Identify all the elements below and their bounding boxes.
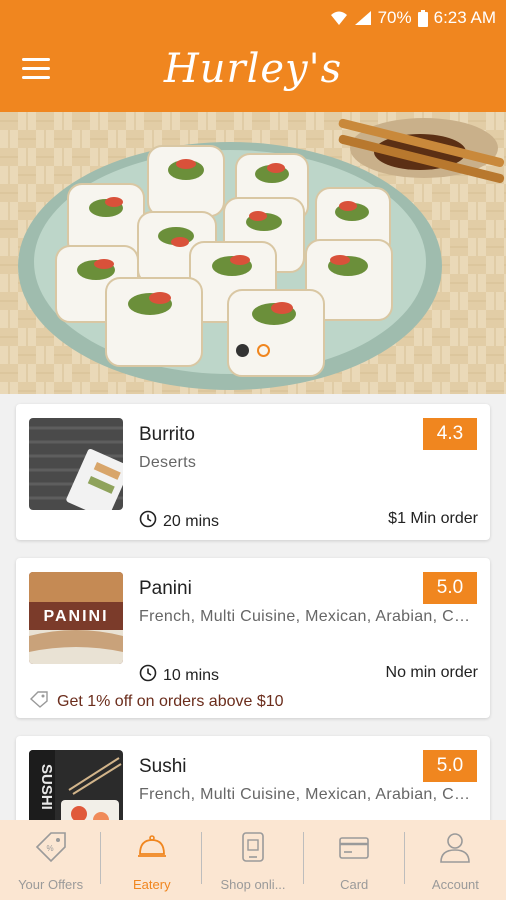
wifi-icon [330, 10, 348, 26]
app-bar: Hurley's [0, 36, 506, 112]
restaurant-name: Sushi [139, 756, 187, 777]
thumbnail-label: PANINI [43, 608, 108, 625]
restaurant-name: Burrito [139, 424, 195, 445]
nav-label: Shop onli... [220, 877, 286, 892]
nav-shop-online[interactable]: Shop onli... [202, 820, 304, 900]
status-bar: 70% 6:23 AM [0, 0, 506, 36]
carousel-indicator [0, 344, 506, 357]
carousel-dot-1[interactable] [236, 344, 249, 357]
cloche-icon [135, 830, 169, 869]
shop-icon [236, 830, 270, 869]
offer-banner: Get 1% off on orders above $10 [29, 690, 284, 713]
card-icon [337, 830, 371, 869]
carousel-dot-2[interactable] [257, 344, 270, 357]
tag-icon [29, 690, 49, 713]
restaurant-card-panini[interactable]: PANINI Panini French, Multi Cuisine, Mex… [16, 558, 490, 718]
nav-eatery[interactable]: Eatery [101, 820, 203, 900]
clock: 6:23 AM [433, 8, 496, 27]
restaurant-thumbnail: PANINI [29, 572, 123, 664]
nav-card[interactable]: Card [304, 820, 405, 900]
rating-badge: 5.0 [423, 750, 477, 782]
bottom-navigation: % Your Offers Eatery Shop onli... Card A… [0, 820, 506, 900]
nav-label: Your Offers [18, 877, 84, 892]
battery-percent: 70% [377, 8, 412, 27]
battery-icon [417, 9, 428, 27]
restaurant-name: Panini [139, 578, 192, 599]
restaurant-cuisine: French, Multi Cuisine, Mexican, Arabian,… [139, 786, 479, 803]
thumbnail-label: SUSHI [38, 764, 55, 810]
signal-icon [354, 10, 372, 26]
nav-label: Card [340, 877, 369, 892]
rating-badge: 5.0 [423, 572, 477, 604]
restaurant-cuisine: Deserts [139, 454, 197, 471]
restaurant-card-burrito[interactable]: Burrito Deserts 4.3 20 mins $1 Min order [16, 404, 490, 540]
nav-label: Account [431, 877, 479, 892]
brand-logo: Hurley's [163, 46, 343, 92]
clock-icon [139, 510, 157, 533]
restaurant-thumbnail [29, 418, 123, 510]
clock-icon [139, 664, 157, 687]
nav-your-offers[interactable]: % Your Offers [0, 820, 102, 900]
min-order: No min order [385, 664, 478, 681]
nav-account[interactable]: Account [405, 820, 506, 900]
user-icon [438, 830, 472, 869]
delivery-time: 20 mins [139, 510, 219, 533]
min-order: $1 Min order [388, 510, 478, 527]
restaurant-cuisine: French, Multi Cuisine, Mexican, Arabian,… [139, 608, 479, 625]
tag-icon: % [34, 830, 68, 869]
delivery-time: 10 mins [139, 664, 219, 687]
offer-text: Get 1% off on orders above $10 [57, 692, 284, 710]
delivery-time-text: 20 mins [163, 512, 220, 530]
svg-text:%: % [46, 844, 53, 853]
nav-label: Eatery [133, 877, 171, 892]
rating-badge: 4.3 [423, 418, 477, 450]
delivery-time-text: 10 mins [163, 666, 220, 684]
